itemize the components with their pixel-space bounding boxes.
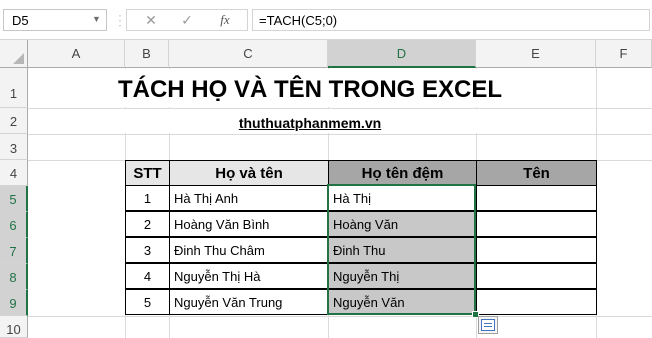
formula-input[interactable]: =TACH(C5;0): [252, 9, 650, 31]
cell-full-name[interactable]: Nguyễn Văn Trung: [169, 289, 329, 315]
grid-line: [28, 134, 652, 135]
row-header-4[interactable]: 4: [0, 160, 28, 186]
cell-full-name[interactable]: Nguyễn Thị Hà: [169, 263, 329, 289]
column-header-b[interactable]: B: [125, 40, 169, 68]
cell-stt[interactable]: 2: [125, 211, 170, 237]
quick-analysis-button[interactable]: [478, 316, 498, 334]
row-header-3[interactable]: 3: [0, 134, 28, 160]
name-box[interactable]: D5 ▼: [3, 9, 107, 31]
header-full-name[interactable]: Họ và tên: [169, 160, 329, 186]
formula-buttons: ✕ ✓ fx: [126, 9, 248, 31]
cell-first-name[interactable]: [476, 211, 597, 237]
cell-first-name[interactable]: [476, 289, 597, 315]
cell-middle-name[interactable]: Hà Thị: [328, 185, 477, 211]
cell-full-name[interactable]: Hà Thị Anh: [169, 185, 329, 211]
cell-middle-name[interactable]: Đinh Thu: [328, 237, 477, 263]
header-first-name[interactable]: Tên: [476, 160, 597, 186]
select-all-triangle-icon: [13, 53, 24, 64]
row-header-1[interactable]: 1: [0, 68, 28, 108]
insert-function-icon[interactable]: fx: [213, 10, 237, 30]
cell-stt[interactable]: 4: [125, 263, 170, 289]
row-header-8[interactable]: 8: [0, 264, 28, 290]
formula-bar: D5 ▼ · · · ✕ ✓ fx =TACH(C5;0): [0, 0, 652, 40]
cell-first-name[interactable]: [476, 185, 597, 211]
header-stt[interactable]: STT: [125, 160, 170, 186]
cell-full-name[interactable]: Hoàng Văn Bình: [169, 211, 329, 237]
quick-analysis-icon: [481, 319, 495, 331]
cell-stt[interactable]: 5: [125, 289, 170, 315]
chevron-down-icon[interactable]: ▼: [92, 14, 102, 26]
cancel-icon[interactable]: ✕: [139, 10, 163, 30]
header-middle-name[interactable]: Họ tên đệm: [328, 160, 477, 186]
row-header-7[interactable]: 7: [0, 238, 28, 264]
grid-line: [28, 316, 652, 317]
drag-handle-icon[interactable]: · · ·: [118, 9, 122, 31]
grid-line: [596, 68, 597, 134]
row-header-9[interactable]: 9: [0, 290, 28, 316]
formula-text: =TACH(C5;0): [259, 13, 338, 28]
enter-icon[interactable]: ✓: [175, 10, 199, 30]
row-header-6[interactable]: 6: [0, 212, 28, 238]
name-box-value: D5: [12, 13, 29, 28]
cell-middle-name[interactable]: Hoàng Văn: [328, 211, 477, 237]
sheet-subtitle-link[interactable]: thuthuatphanmem.vn: [28, 112, 592, 134]
cell-full-name[interactable]: Đinh Thu Châm: [169, 237, 329, 263]
cell-stt[interactable]: 3: [125, 237, 170, 263]
column-header-d[interactable]: D: [328, 40, 476, 68]
cell-first-name[interactable]: [476, 263, 597, 289]
cell-middle-name[interactable]: Nguyễn Văn: [328, 289, 477, 315]
row-header-5[interactable]: 5: [0, 186, 28, 212]
column-header-e[interactable]: E: [476, 40, 596, 68]
row-header-10[interactable]: 10: [0, 316, 28, 338]
column-header-c[interactable]: C: [169, 40, 328, 68]
select-all-button[interactable]: [0, 40, 28, 68]
cell-middle-name[interactable]: Nguyễn Thị: [328, 263, 477, 289]
sheet-title[interactable]: TÁCH HỌ VÀ TÊN TRONG EXCEL: [28, 70, 592, 106]
column-header-f[interactable]: F: [596, 40, 652, 68]
column-header-a[interactable]: A: [28, 40, 125, 68]
row-header-2[interactable]: 2: [0, 108, 28, 134]
cell-stt[interactable]: 1: [125, 185, 170, 211]
cell-first-name[interactable]: [476, 237, 597, 263]
